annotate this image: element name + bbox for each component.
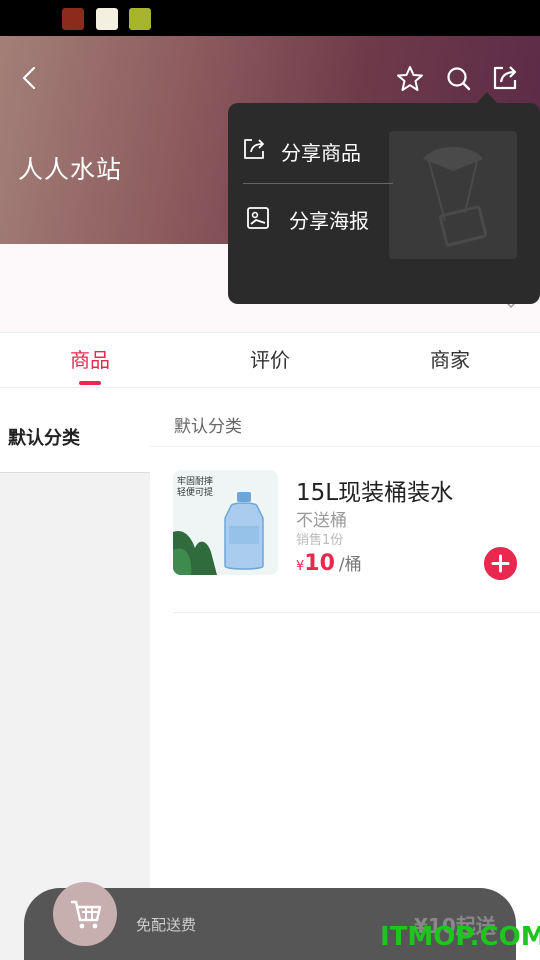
favorite-star-icon[interactable] [395, 64, 425, 94]
price-unit: /桶 [338, 555, 362, 575]
notification-app-icon [62, 8, 84, 30]
poster-preview-placeholder [389, 131, 517, 259]
back-icon[interactable] [16, 64, 44, 92]
product-sales: 销售1份 [296, 533, 344, 548]
image-icon[interactable] [246, 206, 270, 230]
divider [243, 183, 393, 184]
image-caption-line2: 轻便可提 [177, 486, 213, 497]
watermark-text: ITMOP.COM [380, 922, 540, 952]
share-poster-item[interactable]: 分享海报 [289, 205, 369, 234]
active-tab-indicator [79, 381, 101, 385]
category-header: 默认分类 [174, 417, 242, 437]
sidebar-item-default[interactable]: 默认分类 [0, 400, 150, 473]
share-product-item[interactable]: 分享商品 [281, 137, 361, 166]
share-icon[interactable] [490, 63, 520, 93]
sidebar-item-label: 默认分类 [8, 428, 80, 449]
tab-products[interactable]: 商品 [0, 333, 180, 387]
divider [173, 612, 540, 613]
shopping-cart-icon [71, 900, 102, 929]
share-icon[interactable] [242, 137, 266, 161]
product-subtitle: 不送桶 [296, 511, 347, 531]
product-price: ¥10/桶 [296, 550, 362, 576]
add-to-cart-icon[interactable] [484, 547, 517, 580]
image-placeholder-icon [423, 147, 488, 247]
tab-bar: 商品 评价 商家 [0, 332, 540, 388]
tab-reviews[interactable]: 评价 [180, 333, 360, 387]
product-image[interactable]: 牢固耐摔 轻便可提 [173, 470, 278, 575]
category-sidebar: 默认分类 [0, 400, 150, 960]
notification-app-icon [129, 8, 151, 30]
price-value: 10 [304, 551, 335, 576]
store-name: 人人水站 [18, 155, 123, 184]
product-title[interactable]: 15L现装桶装水 [296, 473, 453, 507]
tab-merchant[interactable]: 商家 [360, 333, 540, 387]
free-delivery-label: 免配送费 [136, 916, 197, 934]
divider [150, 446, 540, 447]
search-icon[interactable] [445, 65, 473, 93]
image-caption-line1: 牢固耐摔 [177, 475, 213, 486]
status-bar [0, 0, 540, 36]
notification-app-icon [96, 8, 118, 30]
water-bottle-illustration: 牢固耐摔 轻便可提 [173, 470, 278, 575]
